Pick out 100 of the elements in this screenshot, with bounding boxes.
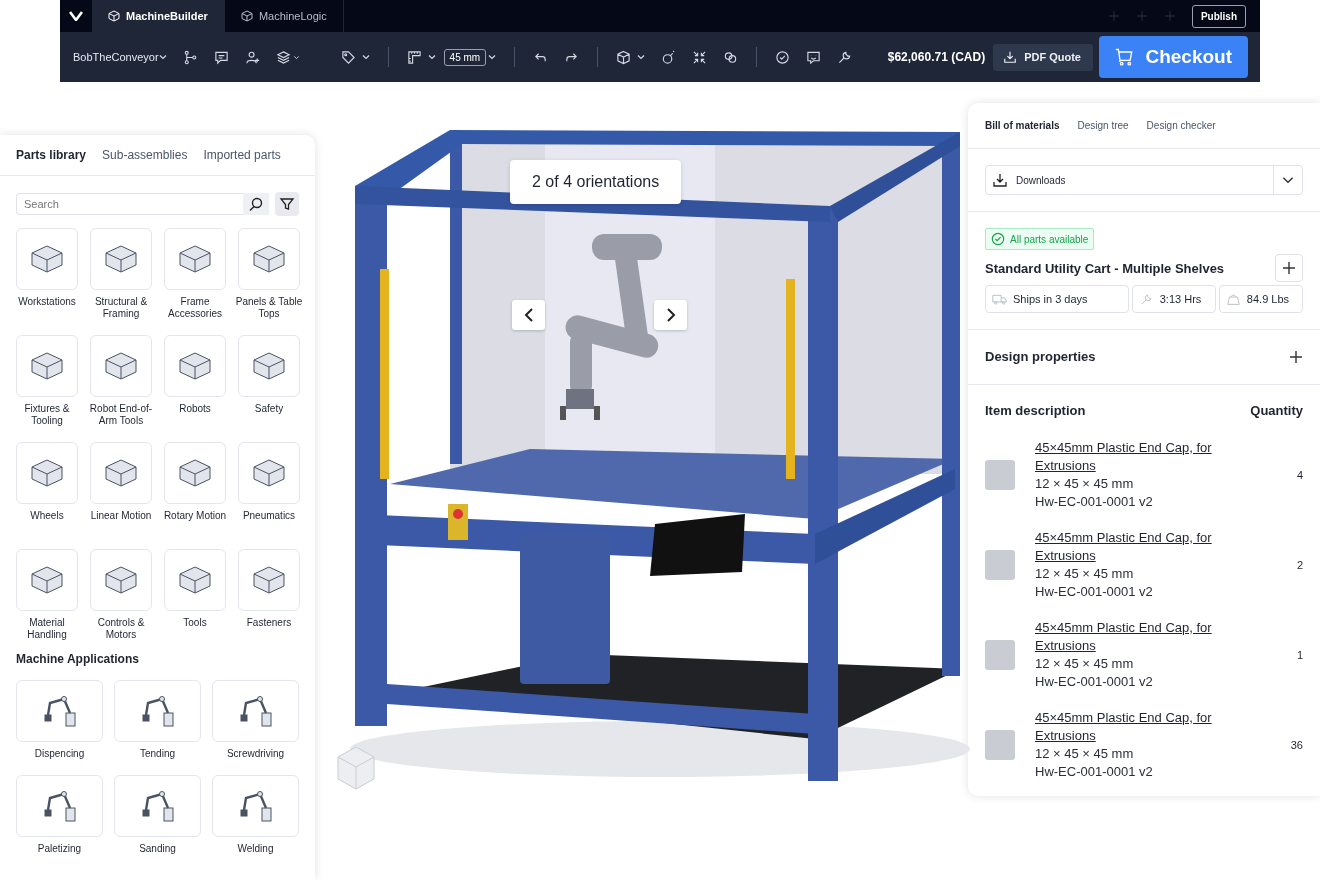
- checkout-button[interactable]: Checkout: [1099, 36, 1248, 78]
- item-size: 12 × 45 × 45 mm: [1035, 745, 1135, 763]
- item-name-link[interactable]: 45×45mm Plastic End Cap, for Extrusions: [1035, 529, 1235, 565]
- panel-tab[interactable]: Bill of materials: [985, 120, 1060, 131]
- app-tab[interactable]: MachineBuilder: [92, 0, 225, 32]
- category-tile[interactable]: [164, 228, 226, 290]
- category-tile[interactable]: [238, 442, 300, 504]
- logo-icon[interactable]: [69, 11, 83, 21]
- availability-badge: All parts available: [985, 228, 1095, 250]
- panel-tab[interactable]: Imported parts: [203, 148, 281, 162]
- item-name-link[interactable]: 45×45mm Plastic End Cap, for Extrusions: [1035, 619, 1235, 655]
- category-label: Workstations: [17, 296, 77, 308]
- category-tile[interactable]: [238, 549, 300, 611]
- chevron-right-icon: [664, 307, 677, 323]
- wrench-icon[interactable]: [837, 49, 853, 65]
- item-sku: Hw-EC-001-0001 v2: [1035, 763, 1154, 781]
- grid-size-field[interactable]: 45 mm: [443, 48, 487, 66]
- tag-icon[interactable]: [340, 49, 356, 65]
- item-quantity: 1: [1295, 649, 1303, 661]
- category-tile[interactable]: [238, 335, 300, 397]
- photo-placeholder: [985, 730, 1015, 760]
- category-tile[interactable]: [164, 549, 226, 611]
- check-circle-icon[interactable]: [775, 49, 791, 65]
- category-label: Wheels: [29, 510, 65, 522]
- download-icon: [1003, 50, 1018, 64]
- section-title: Design properties: [985, 349, 1096, 364]
- ruler-icon[interactable]: [406, 49, 422, 65]
- layers-icon[interactable]: [275, 49, 291, 65]
- part-drawing: [251, 564, 287, 596]
- part-drawing: [29, 350, 65, 382]
- pdf-quote-button[interactable]: PDF Quote: [993, 43, 1093, 71]
- panel-tab[interactable]: Parts library: [16, 148, 87, 162]
- previous-button[interactable]: [512, 300, 545, 330]
- filter-icon[interactable]: [275, 192, 299, 216]
- price-total: $62,060.71 (CAD): [887, 50, 986, 64]
- weight-icon: [1225, 292, 1241, 306]
- category-tile[interactable]: [16, 549, 78, 611]
- application-tile[interactable]: [212, 680, 299, 742]
- panel-tab[interactable]: Design tree: [1077, 120, 1129, 131]
- plus-icon[interactable]: [1289, 349, 1303, 364]
- search-field[interactable]: Search: [16, 193, 243, 215]
- category-label: Tools: [182, 617, 208, 629]
- category-tile[interactable]: [90, 549, 152, 611]
- stat-chip: 3:13 Hrs: [1131, 285, 1216, 313]
- application-tile[interactable]: [212, 775, 299, 837]
- item-name-link[interactable]: 45×45mm Plastic End Cap, for Extrusions: [1035, 709, 1235, 745]
- category-label: Frame Accessories: [167, 296, 223, 320]
- smile-chat-icon[interactable]: [806, 49, 822, 65]
- collapse-icon[interactable]: [692, 49, 708, 65]
- category-tile[interactable]: [164, 335, 226, 397]
- cart-icon: [1115, 46, 1134, 68]
- plus-icon: [1282, 261, 1296, 275]
- part-drawing: [177, 564, 213, 596]
- bomb-icon[interactable]: [661, 49, 677, 65]
- category-tile[interactable]: [164, 442, 226, 504]
- application-tile[interactable]: [16, 680, 103, 742]
- comment-icon[interactable]: [213, 49, 229, 65]
- add-button[interactable]: [1275, 254, 1303, 282]
- cube-icon[interactable]: [616, 49, 632, 65]
- branch-icon[interactable]: [182, 49, 198, 65]
- project-dropdown[interactable]: BobTheConveyor: [73, 51, 159, 63]
- category-label: Panels & Table Tops: [234, 296, 304, 320]
- part-drawing: [177, 243, 213, 275]
- application-label: Tending: [139, 748, 176, 760]
- item-size: 12 × 45 × 45 mm: [1035, 475, 1135, 493]
- cube-icon: [240, 10, 253, 22]
- category-tile[interactable]: [238, 228, 300, 290]
- truck-icon: [992, 292, 1007, 306]
- category-tile[interactable]: [16, 442, 78, 504]
- part-drawing: [103, 564, 139, 596]
- publish-button[interactable]: Publish: [1191, 4, 1246, 28]
- category-tile[interactable]: [16, 335, 78, 397]
- rings-icon[interactable]: [723, 49, 739, 65]
- part-drawing: [251, 457, 287, 489]
- application-tile[interactable]: [114, 680, 201, 742]
- item-quantity: 2: [1295, 559, 1303, 571]
- category-tile[interactable]: [90, 442, 152, 504]
- add-user-icon[interactable]: [244, 49, 260, 65]
- category-tile[interactable]: [90, 228, 152, 290]
- design-title: Standard Utility Cart - Multiple Shelves: [985, 260, 1225, 276]
- application-tile[interactable]: [114, 775, 201, 837]
- photo-placeholder: [985, 640, 1015, 670]
- search-icon[interactable]: [243, 193, 269, 215]
- stat-chip: 84.9 Lbs: [1218, 285, 1303, 313]
- item-sku: Hw-EC-001-0001 v2: [1035, 583, 1154, 601]
- section-title: Machine Applications: [15, 651, 140, 668]
- category-label: Rotary Motion: [162, 510, 228, 522]
- panel-tab[interactable]: Sub-assemblies: [102, 148, 188, 162]
- category-label: Safety: [253, 403, 285, 415]
- application-label: Welding: [236, 843, 275, 855]
- panel-tab[interactable]: Design checker: [1146, 120, 1216, 131]
- category-tile[interactable]: [16, 228, 78, 290]
- application-tile[interactable]: [16, 775, 103, 837]
- category-label: Fixtures & Tooling: [23, 403, 71, 427]
- item-name-link[interactable]: 45×45mm Plastic End Cap, for Extrusions: [1035, 439, 1235, 475]
- stat-chip: Ships in 3 days: [985, 285, 1129, 313]
- category-tile[interactable]: [90, 335, 152, 397]
- next-button[interactable]: [654, 300, 687, 330]
- column-header: Item description: [985, 403, 1086, 418]
- downloads-dropdown[interactable]: Downloads: [985, 165, 1303, 195]
